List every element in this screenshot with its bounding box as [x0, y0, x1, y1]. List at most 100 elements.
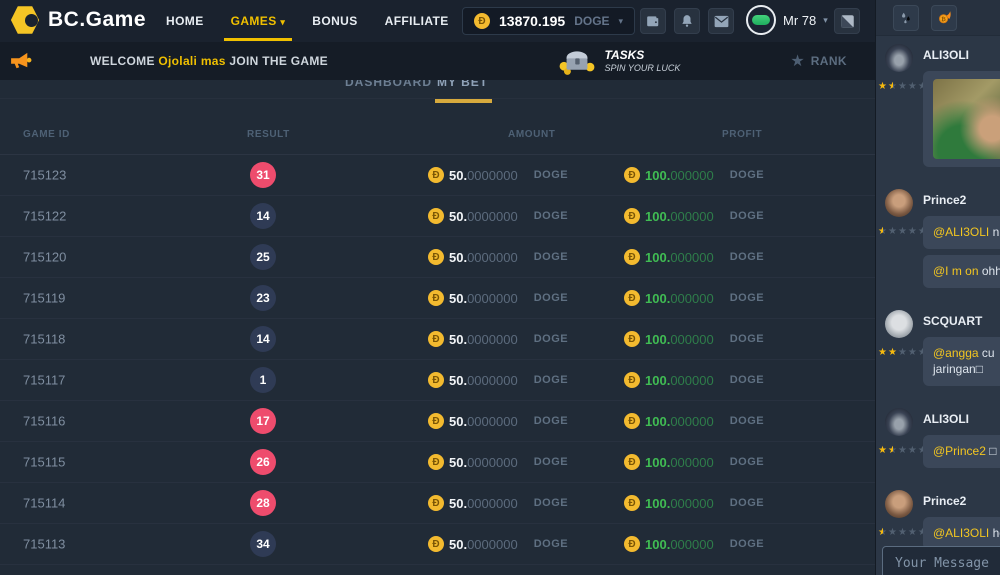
avatar[interactable] — [885, 189, 913, 217]
bet-profit: Ð 100.000000 DOGE — [624, 290, 764, 306]
chat-bubble: @angga cu jaringan□ — [923, 337, 1000, 387]
doge-coin-icon: Ð — [624, 249, 640, 265]
chat-username[interactable]: Prince2 — [923, 193, 1000, 207]
rain-drops-icon — [899, 11, 913, 25]
avatar[interactable] — [885, 490, 913, 518]
bet-amount: Ð 50.0000000 DOGE — [428, 536, 568, 552]
game-id[interactable]: 715122 — [23, 209, 66, 224]
doge-coin-icon: Ð — [624, 413, 640, 429]
table-row[interactable]: 715123 31 Ð 50.0000000 DOGE Ð 100.000000… — [0, 155, 875, 196]
chat-message: ★★★★★★ ALI3OLI — [876, 40, 1000, 173]
chat-header: ₿ — [876, 0, 1000, 36]
chat-username[interactable]: ALI3OLI — [923, 48, 1000, 62]
flaming-coin-icon: ₿ — [937, 10, 952, 25]
table-body: 715123 31 Ð 50.0000000 DOGE Ð 100.000000… — [0, 155, 875, 565]
doge-coin-icon: Ð — [624, 208, 640, 224]
bet-profit: Ð 100.000000 DOGE — [624, 208, 764, 224]
doge-coin-icon: Ð — [428, 413, 444, 429]
user-menu[interactable]: Mr 78 ▾ — [746, 5, 828, 35]
game-id[interactable]: 715117 — [23, 373, 65, 388]
nav-home[interactable]: HOME — [166, 14, 204, 28]
balance-currency-selector[interactable]: Ð 13870.195 DOGE ▾ — [462, 7, 635, 35]
table-row[interactable]: 715118 14 Ð 50.0000000 DOGE Ð 100.000000… — [0, 319, 875, 360]
avatar — [746, 5, 776, 35]
active-tab-underline — [435, 99, 492, 103]
rain-button[interactable] — [893, 5, 919, 31]
avatar[interactable] — [885, 408, 913, 436]
nav-affiliate[interactable]: AFFILIATE — [385, 14, 449, 28]
wallet-icon — [646, 14, 660, 28]
coin-drop-button[interactable]: ₿ — [931, 5, 957, 31]
game-id[interactable]: 715119 — [23, 291, 65, 306]
doge-coin-icon: Ð — [624, 454, 640, 470]
game-id[interactable]: 715120 — [23, 250, 66, 265]
treasure-chest-icon — [557, 47, 597, 75]
wallet-button[interactable] — [640, 8, 666, 34]
vip-level-badge — [752, 15, 770, 25]
avatar[interactable] — [885, 310, 913, 338]
chevron-down-icon: ▾ — [823, 15, 828, 26]
doge-coin-icon: Ð — [428, 495, 444, 511]
bet-profit: Ð 100.000000 DOGE — [624, 536, 764, 552]
notifications-button[interactable] — [674, 8, 700, 34]
chat-toggle-button[interactable] — [834, 8, 860, 34]
col-game-id: GAME ID — [23, 129, 70, 140]
table-row[interactable]: 715119 23 Ð 50.0000000 DOGE Ð 100.000000… — [0, 278, 875, 319]
result-badge: 1 — [250, 367, 276, 393]
table-row[interactable]: 715114 28 Ð 50.0000000 DOGE Ð 100.000000… — [0, 483, 875, 524]
chat-image[interactable] — [933, 79, 1000, 159]
chat-bubble: @ALI3OLI ho — [923, 517, 1000, 550]
result-badge: 17 — [250, 408, 276, 434]
chat-message: ★★★★★★ Prince2 @ALI3OLI ni @I m on ohh — [876, 185, 1000, 294]
bet-amount: Ð 50.0000000 DOGE — [428, 454, 568, 470]
game-id[interactable]: 715113 — [23, 537, 65, 552]
tasks-title: TASKS — [605, 48, 681, 63]
table-row[interactable]: 715113 34 Ð 50.0000000 DOGE Ð 100.000000… — [0, 524, 875, 565]
chevron-down-icon: ▾ — [280, 17, 285, 27]
bet-amount: Ð 50.0000000 DOGE — [428, 495, 568, 511]
announcement-banner: WELCOME Ojolali mas JOIN THE GAME TASKS … — [0, 42, 875, 80]
game-id[interactable]: 715114 — [23, 496, 65, 511]
table-row[interactable]: 715116 17 Ð 50.0000000 DOGE Ð 100.000000… — [0, 401, 875, 442]
bet-amount: Ð 50.0000000 DOGE — [428, 249, 568, 265]
chevron-down-icon: ▾ — [619, 16, 624, 27]
game-id[interactable]: 715118 — [23, 332, 65, 347]
game-id[interactable]: 715123 — [23, 168, 66, 183]
welcome-username: Ojolali mas — [158, 54, 225, 68]
result-badge: 31 — [250, 162, 276, 188]
table-row[interactable]: 715117 1 Ð 50.0000000 DOGE Ð 100.000000 … — [0, 360, 875, 401]
tasks-button[interactable]: TASKS SPIN YOUR LUCK — [557, 47, 681, 75]
doge-coin-icon: Ð — [428, 331, 444, 347]
result-badge: 14 — [250, 203, 276, 229]
doge-coin-icon: Ð — [428, 208, 444, 224]
game-id[interactable]: 715115 — [23, 455, 65, 470]
bet-amount: Ð 50.0000000 DOGE — [428, 167, 568, 183]
bet-amount: Ð 50.0000000 DOGE — [428, 290, 568, 306]
chat-username[interactable]: ALI3OLI — [923, 412, 1000, 426]
col-amount: AMOUNT — [508, 129, 555, 140]
doge-coin-icon: Ð — [624, 331, 640, 347]
nav-games[interactable]: GAMES ▾ — [231, 14, 286, 28]
chat-username[interactable]: SCQUART — [923, 314, 1000, 328]
chat-message-input[interactable] — [882, 546, 1000, 575]
messages-button[interactable] — [708, 8, 734, 34]
chat-username[interactable]: Prince2 — [923, 494, 1000, 508]
rank-button[interactable]: ★ RANK — [790, 51, 847, 71]
mention: @I m on — [933, 264, 979, 278]
doge-coin-icon: Ð — [474, 13, 490, 29]
table-row[interactable]: 715120 25 Ð 50.0000000 DOGE Ð 100.000000… — [0, 237, 875, 278]
nav-bonus[interactable]: BONUS — [312, 14, 357, 28]
chat-message-list: ★★★★★★ ALI3OLI ★★★★★★ Prince2 @ALI3OLI n… — [876, 40, 1000, 568]
doge-coin-icon: Ð — [624, 290, 640, 306]
doge-coin-icon: Ð — [624, 167, 640, 183]
avatar[interactable] — [885, 44, 913, 72]
doge-coin-icon: Ð — [624, 495, 640, 511]
brand-logo[interactable]: BC.Game — [10, 5, 146, 35]
tasks-subtitle: SPIN YOUR LUCK — [605, 63, 681, 74]
table-row[interactable]: 715122 14 Ð 50.0000000 DOGE Ð 100.000000… — [0, 196, 875, 237]
bet-amount: Ð 50.0000000 DOGE — [428, 208, 568, 224]
game-id[interactable]: 715116 — [23, 414, 65, 429]
chat-sidebar: ₿ ★★★★★★ ALI3OLI ★★★★★★ Prince2 — [875, 0, 1000, 575]
table-row[interactable]: 715115 26 Ð 50.0000000 DOGE Ð 100.000000… — [0, 442, 875, 483]
bet-profit: Ð 100.000000 DOGE — [624, 372, 764, 388]
